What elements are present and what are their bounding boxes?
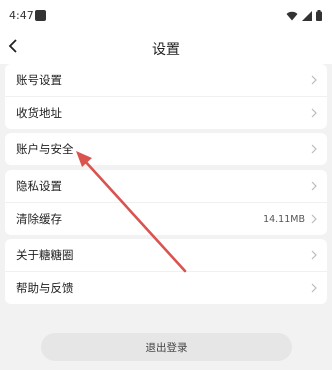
settings-item-account-settings[interactable]: 账号设置: [5, 64, 327, 96]
settings-item-label: 清除缓存: [16, 212, 62, 226]
header: 设置: [0, 30, 332, 64]
page-title: 设置: [152, 42, 180, 58]
settings-item-shipping-address[interactable]: 收货地址: [5, 96, 327, 129]
settings-item-account-security[interactable]: 账户与安全: [5, 133, 327, 165]
settings-group-security: 账户与安全: [5, 133, 327, 165]
chevron-right-icon: [311, 214, 317, 224]
status-time: 4:47: [9, 9, 34, 22]
chevron-right-icon: [311, 283, 317, 293]
chevron-right-icon: [311, 181, 317, 191]
settings-item-clear-cache[interactable]: 清除缓存 14.11MB: [5, 202, 327, 235]
settings-item-label: 收货地址: [16, 106, 62, 120]
chevron-right-icon: [311, 144, 317, 154]
settings-item-label: 隐私设置: [16, 179, 62, 193]
chevron-right-icon: [311, 75, 317, 85]
logout-button[interactable]: 退出登录: [41, 333, 292, 361]
settings-item-label: 账号设置: [16, 73, 62, 87]
status-icons: [286, 10, 322, 21]
settings-group-account: 账号设置 收货地址: [5, 64, 327, 129]
settings-item-label: 关于糖糖圈: [16, 248, 74, 262]
settings-item-label: 账户与安全: [16, 142, 74, 156]
cache-size-value: 14.11MB: [263, 213, 305, 225]
chevron-right-icon: [311, 250, 317, 260]
settings-item-about[interactable]: 关于糖糖圈: [5, 239, 327, 271]
settings-item-label: 帮助与反馈: [16, 281, 74, 295]
settings-item-help-feedback[interactable]: 帮助与反馈: [5, 271, 327, 304]
signal-icon: [302, 10, 312, 21]
app-icon: [35, 10, 46, 21]
battery-icon: [316, 10, 322, 21]
settings-group-privacy: 隐私设置 清除缓存 14.11MB: [5, 170, 327, 235]
chevron-right-icon: [311, 108, 317, 118]
settings-item-privacy[interactable]: 隐私设置: [5, 170, 327, 202]
wifi-icon: [286, 11, 298, 20]
settings-group-about: 关于糖糖圈 帮助与反馈: [5, 239, 327, 304]
status-bar: 4:47: [0, 0, 332, 30]
